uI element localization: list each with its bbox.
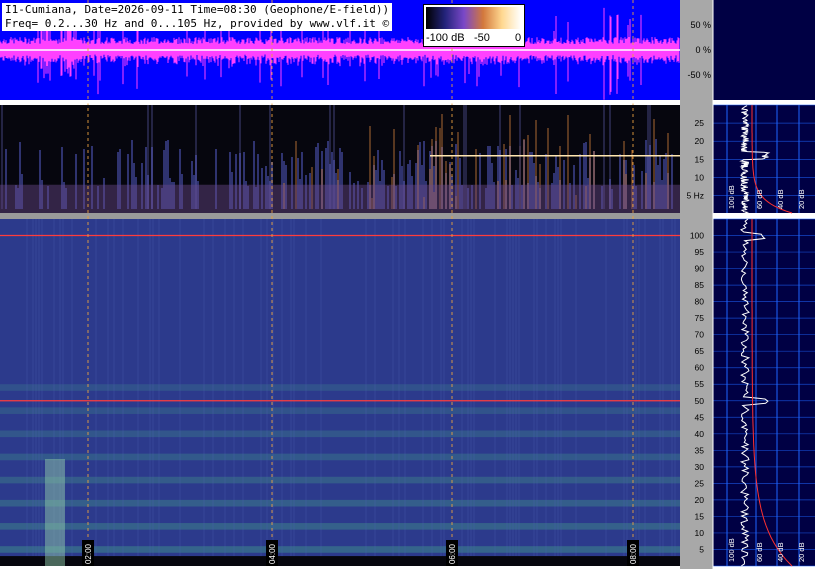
time-label: 04:00: [268, 543, 277, 564]
color-scale-legend: -100 dB -50 0: [423, 4, 525, 47]
high-freq-spectrum-db-label: 100 dB: [727, 538, 736, 562]
header-title: I1-Cumiana, Date=2026-09-11 Time=08:30 (…: [2, 3, 393, 17]
high-freq-tick-label: 95: [695, 247, 705, 257]
high-freq-tick-label: 90: [695, 264, 705, 274]
high-freq-band: [0, 407, 680, 414]
color-scale-bar: [426, 7, 521, 29]
high-freq-tick-label: 100: [690, 231, 704, 241]
low-freq-tick-label: 15: [695, 154, 705, 164]
high-freq-tick-label: 75: [695, 313, 705, 323]
high-freq-tick-label: 20: [695, 495, 705, 505]
high-freq-low-band: [0, 556, 680, 566]
spectrogram-plot: 50 %0 %-50 %252015105 Hz1009590858075706…: [0, 0, 815, 569]
high-freq-tick-label: 80: [695, 297, 705, 307]
low-freq-band: [0, 184, 680, 213]
high-freq-tick-label: 10: [695, 528, 705, 538]
high-freq-tick-label: 45: [695, 412, 705, 422]
high-freq-band: [0, 430, 680, 438]
waveform-tick-label: -50 %: [687, 70, 711, 80]
high-freq-tick-label: 85: [695, 280, 705, 290]
high-freq-tick-label: 65: [695, 346, 705, 356]
panel-separator: [0, 213, 680, 219]
high-freq-tick-label: 5: [699, 544, 704, 554]
high-freq-spectrum-db-label: 20 dB: [797, 542, 806, 562]
waveform-tick-label: 0 %: [695, 45, 711, 55]
waveform-tick-label: 50 %: [690, 20, 711, 30]
high-freq-tick-label: 15: [695, 511, 705, 521]
high-freq-burst: [45, 459, 65, 566]
high-freq-spectrum-panel: [713, 219, 815, 566]
high-freq-tick-label: 55: [695, 379, 705, 389]
low-freq-spectrum-db-label: 40 dB: [776, 189, 785, 209]
high-freq-tick-label: 70: [695, 330, 705, 340]
high-freq-tick-label: 60: [695, 363, 705, 373]
high-freq-band: [0, 453, 680, 461]
time-label: 08:00: [629, 543, 638, 564]
low-freq-tick-label: 5 Hz: [687, 191, 704, 201]
low-freq-spectrum-db-label: 100 dB: [727, 185, 736, 209]
vlf-monitor-display: 50 % 0 % -50 % 25 20 15 10 5 Hz 100 95 90 85 80 75 70 6…: [0, 0, 815, 569]
high-freq-tick-label: 50: [695, 396, 705, 406]
low-freq-tick-label: 20: [695, 136, 705, 146]
low-freq-spectrum-db-label: 20 dB: [797, 189, 806, 209]
time-label: 06:00: [448, 543, 457, 564]
legend-label-min: -100 dB: [426, 32, 465, 44]
high-freq-band: [0, 523, 680, 530]
high-freq-spectrogram-panel: [0, 219, 680, 566]
legend-label-max: 0: [515, 32, 522, 44]
legend-label-mid: -50: [474, 32, 490, 44]
high-freq-spectrum-db-label: 60 dB: [755, 542, 764, 562]
high-freq-band: [0, 476, 680, 484]
high-freq-band: [0, 384, 680, 391]
low-freq-tick-label: 25: [695, 118, 705, 128]
spectrum-header-panel: [713, 0, 815, 100]
low-freq-spectrum-db-label: 60 dB: [755, 189, 764, 209]
high-freq-band: [0, 499, 680, 507]
low-freq-tick-label: 10: [695, 172, 705, 182]
high-freq-tick-label: 30: [695, 462, 705, 472]
high-freq-tick-label: 25: [695, 478, 705, 488]
high-freq-spectrum-db-label: 40 dB: [776, 542, 785, 562]
high-freq-band: [0, 546, 680, 553]
high-freq-tick-label: 35: [695, 445, 705, 455]
time-label: 02:00: [84, 543, 93, 564]
high-freq-tick-label: 40: [695, 429, 705, 439]
header-subtitle: Freq= 0.2...30 Hz and 0...105 Hz, provid…: [2, 17, 393, 31]
